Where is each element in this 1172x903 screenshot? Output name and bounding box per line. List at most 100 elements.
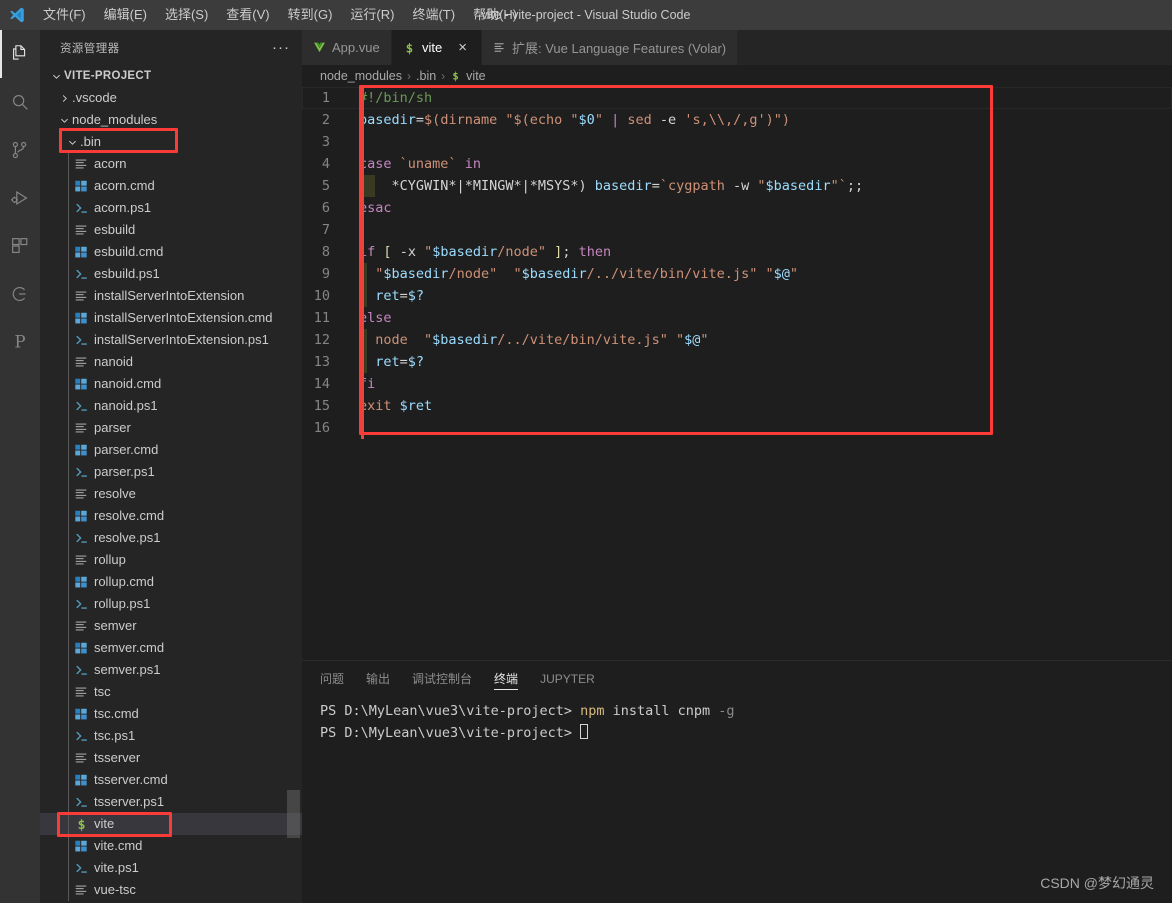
code-line: 9 "$basedir/node" "$basedir/../vite/bin/… [302,263,1172,285]
tree-item-rollup-cmd[interactable]: rollup.cmd [40,571,302,593]
code-editor[interactable]: 1#!/bin/sh2basedir=$(dirname "$(echo "$0… [302,87,1172,667]
tree-item-esbuild-cmd[interactable]: esbuild.cmd [40,241,302,263]
tree-item-vite[interactable]: $vite [40,813,302,835]
tab-app-vue[interactable]: App.vue [302,30,392,65]
tree-item-acorn[interactable]: acorn [40,153,302,175]
extension-lines-icon [493,41,506,54]
terminal-output[interactable]: PS D:\MyLean\vue3\vite-project> npm inst… [302,696,1172,744]
panel-tab-output[interactable]: 输出 [366,661,390,696]
panel-tab-jupyter[interactable]: JUPYTER [540,661,595,696]
tree-item-label: tsc [94,681,111,703]
explorer-more-actions-icon[interactable]: ··· [266,42,296,54]
menu-run[interactable]: 运行(R) [341,0,403,30]
tree-item-nanoid-ps1[interactable]: nanoid.ps1 [40,395,302,417]
chevron-down-icon[interactable] [48,71,64,82]
modified-gutter-marker [361,263,364,285]
chevron-down-icon[interactable] [56,115,72,126]
menu-view[interactable]: 查看(V) [217,0,278,30]
activity-extensions[interactable] [0,222,40,270]
tree-item-resolve-cmd[interactable]: resolve.cmd [40,505,302,527]
tree-item-resolve-ps1[interactable]: resolve.ps1 [40,527,302,549]
tree-item-vue-tsc[interactable]: vue-tsc [40,879,302,901]
windows-cmd-icon [72,443,90,457]
tab-extension-volar[interactable]: 扩展: Vue Language Features (Volar) [482,30,738,65]
tree-item-node-modules[interactable]: node_modules [40,109,302,131]
tree-item--vscode[interactable]: .vscode [40,87,302,109]
indent-guide [68,835,69,857]
menu-selection[interactable]: 选择(S) [156,0,217,30]
tree-item-installserverintoextension-cmd[interactable]: installServerIntoExtension.cmd [40,307,302,329]
activity-search[interactable] [0,78,40,126]
shell-dollar-icon: $ [450,69,461,83]
tree-item-rollup[interactable]: rollup [40,549,302,571]
activity-project-manager[interactable]: P [0,318,40,366]
tree-item-tsc-cmd[interactable]: tsc.cmd [40,703,302,725]
tab-label: 扩展: Vue Language Features (Volar) [512,38,726,57]
activity-explorer[interactable] [0,30,40,78]
tree-item-installserverintoextension[interactable]: installServerIntoExtension [40,285,302,307]
tree-item-acorn-cmd[interactable]: acorn.cmd [40,175,302,197]
tree-item-tsserver[interactable]: tsserver [40,747,302,769]
tree-item-tsc-ps1[interactable]: tsc.ps1 [40,725,302,747]
tree-item-tsc[interactable]: tsc [40,681,302,703]
tree-item-label: node_modules [72,109,157,131]
tree-item-rollup-ps1[interactable]: rollup.ps1 [40,593,302,615]
panel-tab-bar: 问题 输出 调试控制台 终端 JUPYTER [302,661,1172,696]
indent-guide [68,879,69,901]
windows-cmd-icon [72,179,90,193]
tree-item-semver-cmd[interactable]: semver.cmd [40,637,302,659]
tree-item-vite-cmd[interactable]: vite.cmd [40,835,302,857]
activity-run-debug[interactable] [0,174,40,222]
panel-tab-terminal[interactable]: 终端 [494,661,518,696]
menu-file[interactable]: 文件(F) [34,0,95,30]
breadcrumb-item-bin[interactable]: .bin [416,69,436,83]
panel-tab-problems[interactable]: 问题 [320,661,344,696]
activity-source-control[interactable] [0,126,40,174]
activity-remote[interactable] [0,270,40,318]
activity-bar: P [0,30,40,903]
breadcrumb-item-node-modules[interactable]: node_modules [320,69,402,83]
menu-help[interactable]: 帮助(H) [464,0,526,30]
code-line: 16 [302,417,1172,439]
tree-item-semver-ps1[interactable]: semver.ps1 [40,659,302,681]
file-lines-icon [72,487,90,501]
menu-terminal[interactable]: 终端(T) [403,0,464,30]
tree-item-resolve[interactable]: resolve [40,483,302,505]
tree-item-tsserver-ps1[interactable]: tsserver.ps1 [40,791,302,813]
code-line: 15exit $ret [302,395,1172,417]
tree-item-parser-ps1[interactable]: parser.ps1 [40,461,302,483]
tree-item-label: rollup [94,549,126,571]
tree-item-semver[interactable]: semver [40,615,302,637]
menu-go[interactable]: 转到(G) [279,0,342,30]
panel-tab-debug-console[interactable]: 调试控制台 [412,661,472,696]
indent-guide [68,747,69,769]
code-line: 7 [302,219,1172,241]
powershell-icon [72,795,90,809]
breadcrumb-item-vite[interactable]: vite [466,69,485,83]
tree-item-vite-ps1[interactable]: vite.ps1 [40,857,302,879]
sidebar-scrollbar-thumb[interactable] [287,790,300,838]
modified-gutter-marker [361,285,364,307]
tree-item-parser-cmd[interactable]: parser.cmd [40,439,302,461]
tree-item-esbuild[interactable]: esbuild [40,219,302,241]
chevron-right-icon[interactable] [56,93,72,104]
line-number: 13 [302,354,350,370]
tree-item--bin[interactable]: .bin [40,131,302,153]
tree-item-nanoid[interactable]: nanoid [40,351,302,373]
close-icon[interactable]: × [458,41,467,55]
file-lines-icon [72,355,90,369]
explorer-title: 资源管理器 [60,40,120,56]
chevron-down-icon[interactable] [64,137,80,148]
tree-item-esbuild-ps1[interactable]: esbuild.ps1 [40,263,302,285]
file-lines-icon [72,289,90,303]
tree-item-parser[interactable]: parser [40,417,302,439]
tree-item-tsserver-cmd[interactable]: tsserver.cmd [40,769,302,791]
tree-item-acorn-ps1[interactable]: acorn.ps1 [40,197,302,219]
line-number: 8 [302,244,350,260]
tree-item-vite-project[interactable]: VITE-PROJECT [40,65,302,87]
tree-item-installserverintoextension-ps1[interactable]: installServerIntoExtension.ps1 [40,329,302,351]
line-number: 6 [302,200,350,216]
tree-item-nanoid-cmd[interactable]: nanoid.cmd [40,373,302,395]
menu-edit[interactable]: 编辑(E) [95,0,156,30]
tab-vite[interactable]: $ vite × [392,30,482,65]
